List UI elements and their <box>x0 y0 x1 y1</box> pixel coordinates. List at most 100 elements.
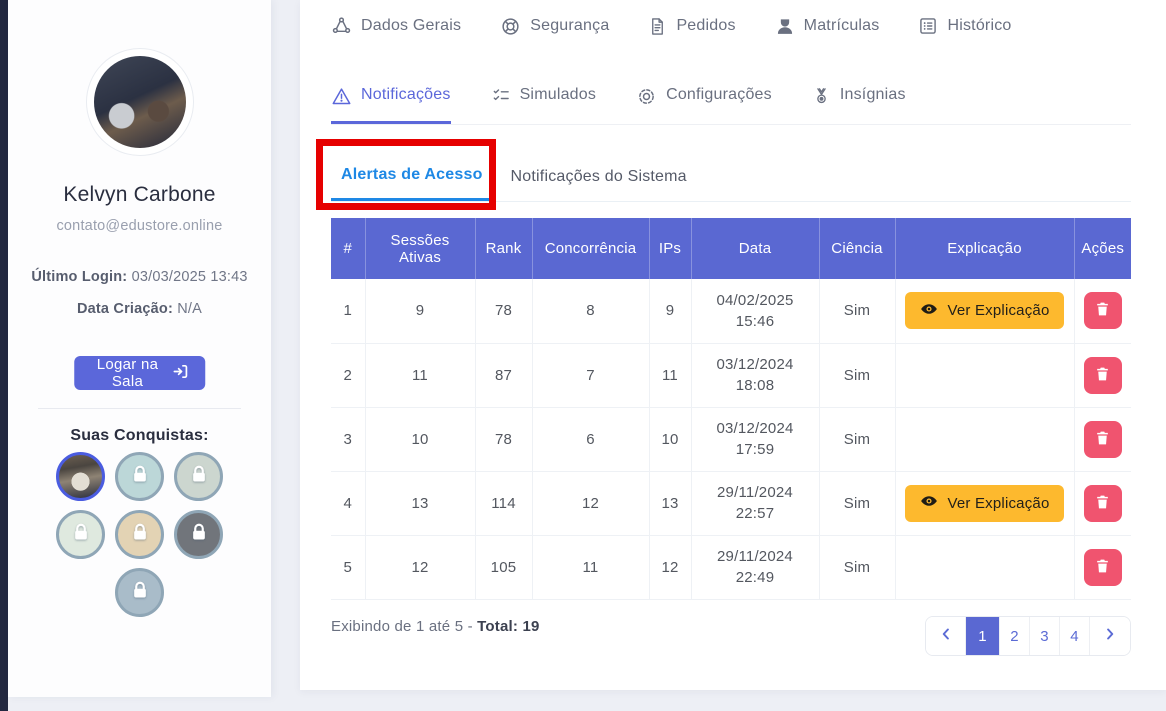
main-content-card: Dados Gerais Segurança Pedidos Matrículas Hi… <box>300 0 1166 690</box>
avatar-photo <box>94 56 186 148</box>
tab-seguranca[interactable]: Segurança <box>500 12 609 40</box>
cell-explanation: Ver Explicação <box>895 279 1074 343</box>
badge-row <box>56 452 223 501</box>
column-header-: # <box>331 218 365 279</box>
achievement-badge-locked[interactable] <box>115 510 164 559</box>
column-header-data: Data <box>691 218 819 279</box>
cell-science: Sim <box>819 343 895 407</box>
pagination-page-3[interactable]: 3 <box>1030 617 1060 655</box>
tab-pedidos[interactable]: Pedidos <box>648 12 735 40</box>
tab-notificacoes[interactable]: Notificações <box>331 76 451 124</box>
delete-button[interactable] <box>1084 357 1122 394</box>
time-value: 17:59 <box>696 439 815 460</box>
divider <box>38 408 241 409</box>
share-nodes-icon <box>331 16 352 37</box>
cell-rank: 78 <box>475 407 532 471</box>
tab-label: Notificações <box>361 86 451 104</box>
tab-dados-gerais[interactable]: Dados Gerais <box>331 12 461 40</box>
button-label: Ver Explicação <box>947 495 1049 512</box>
cell-ips: 9 <box>649 279 691 343</box>
delete-button[interactable] <box>1084 549 1122 586</box>
cell-science: Sim <box>819 471 895 535</box>
subtab-notificacoes-do-sistema[interactable]: Notificações do Sistema <box>501 152 697 201</box>
badge-row <box>56 510 223 559</box>
pagination-next[interactable] <box>1090 617 1130 655</box>
left-edge-strip <box>0 0 8 711</box>
date-value: 29/11/2024 <box>696 482 815 503</box>
cell-concurrency: 11 <box>532 535 649 599</box>
cell-sessions: 12 <box>365 535 475 599</box>
achievement-badge-locked[interactable] <box>115 452 164 501</box>
subtab-alertas-de-acesso[interactable]: Alertas de Acesso <box>331 152 493 201</box>
table-summary: Exibindo de 1 até 5 - Total: 19 <box>331 618 540 635</box>
cell-sessions: 13 <box>365 471 475 535</box>
cell-sessions: 9 <box>365 279 475 343</box>
padlock-icon <box>189 464 209 489</box>
padlock-icon <box>71 522 91 547</box>
time-value: 15:46 <box>696 311 815 332</box>
cell-row-number: 5 <box>331 535 365 599</box>
date-value: 04/02/2025 <box>696 290 815 311</box>
pagination-page-4[interactable]: 4 <box>1060 617 1090 655</box>
pagination-page-1[interactable]: 1 <box>966 617 1000 655</box>
view-explanation-button[interactable]: Ver Explicação <box>905 292 1063 329</box>
time-value: 22:57 <box>696 503 815 524</box>
cell-actions <box>1074 535 1131 599</box>
pagination-prev[interactable] <box>926 617 966 655</box>
tab-matriculas[interactable]: Matrículas <box>775 12 880 40</box>
date-value: 03/12/2024 <box>696 418 815 439</box>
padlock-icon <box>130 522 150 547</box>
cell-concurrency: 8 <box>532 279 649 343</box>
delete-button[interactable] <box>1084 292 1122 329</box>
padlock-icon <box>189 522 209 547</box>
cell-explanation: Ver Explicação <box>895 471 1074 535</box>
tab-label: Segurança <box>530 17 609 35</box>
medal-icon <box>812 86 831 106</box>
tab-historico[interactable]: Histórico <box>918 12 1011 40</box>
tab-insignias[interactable]: Insígnias <box>812 76 906 124</box>
view-explanation-button[interactable]: Ver Explicação <box>905 485 1063 522</box>
cell-actions <box>1074 407 1131 471</box>
achievement-badge-unlocked[interactable] <box>56 452 105 501</box>
achievement-badge-locked[interactable] <box>115 568 164 617</box>
padlock-icon <box>130 464 150 489</box>
achievement-badge-locked[interactable] <box>174 510 223 559</box>
cell-sessions: 10 <box>365 407 475 471</box>
cell-ips: 11 <box>649 343 691 407</box>
column-header-sessoes-ativas: Sessões Ativas <box>365 218 475 279</box>
delete-button[interactable] <box>1084 485 1122 522</box>
button-label: Ver Explicação <box>947 302 1049 319</box>
cell-concurrency: 12 <box>532 471 649 535</box>
tab-label: Insígnias <box>840 86 906 104</box>
login-room-button[interactable]: Logar na Sala <box>74 356 206 390</box>
tab-label: Dados Gerais <box>361 17 461 35</box>
date-value: 03/12/2024 <box>696 354 815 375</box>
last-login: Último Login: 03/03/2025 13:43 <box>22 266 257 288</box>
cell-concurrency: 6 <box>532 407 649 471</box>
secondary-tab-bar: Notificações Simulados Configurações Insígn… <box>331 76 1131 125</box>
time-value: 18:08 <box>696 375 815 396</box>
trash-icon <box>1094 493 1111 514</box>
achievement-badge-locked[interactable] <box>174 452 223 501</box>
table-row: 2118771103/12/202418:08Sim <box>331 343 1131 407</box>
column-header-explicacao: Explicação <box>895 218 1074 279</box>
sign-in-icon <box>172 363 189 384</box>
trash-icon <box>1094 300 1111 321</box>
cell-ips: 10 <box>649 407 691 471</box>
chevron-left-icon <box>937 625 955 647</box>
cell-science: Sim <box>819 279 895 343</box>
table-row: 19788904/02/202515:46SimVer Explicação <box>331 279 1131 343</box>
cell-rank: 78 <box>475 279 532 343</box>
column-header-rank: Rank <box>475 218 532 279</box>
pagination-page-2[interactable]: 2 <box>1000 617 1030 655</box>
tab-simulados[interactable]: Simulados <box>491 76 597 124</box>
avatar <box>86 48 194 156</box>
achievement-badge-locked[interactable] <box>56 510 105 559</box>
creation-date: Data Criação: N/A <box>22 298 257 320</box>
trash-icon <box>1094 429 1111 450</box>
time-value: 22:49 <box>696 567 815 588</box>
delete-button[interactable] <box>1084 421 1122 458</box>
padlock-icon <box>130 580 150 605</box>
chevron-right-icon <box>1101 625 1119 647</box>
tab-configuracoes[interactable]: Configurações <box>636 76 772 124</box>
